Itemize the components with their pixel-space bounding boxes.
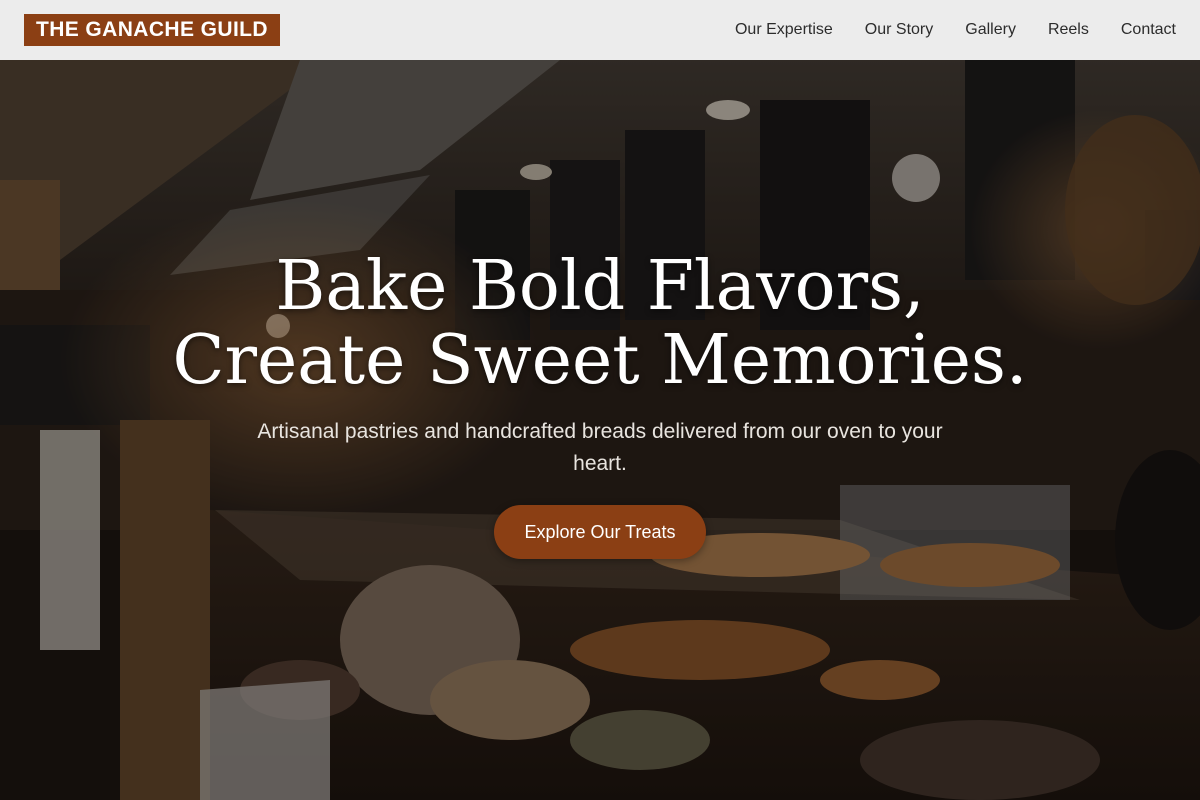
site-header: THE GANACHE GUILD Our Expertise Our Stor… (0, 0, 1200, 60)
hero-headline-line-2: Create Sweet Memories. (172, 321, 1028, 400)
brand-logo[interactable]: THE GANACHE GUILD (24, 14, 280, 46)
explore-treats-button[interactable]: Explore Our Treats (494, 505, 706, 559)
hero-copy: Bake Bold Flavors, Create Sweet Memories… (0, 60, 1200, 800)
hero-subheadline: Artisanal pastries and handcrafted bread… (257, 420, 943, 475)
nav-link-our-expertise[interactable]: Our Expertise (735, 21, 833, 39)
nav-link-gallery[interactable]: Gallery (965, 21, 1016, 39)
hero-section: Bake Bold Flavors, Create Sweet Memories… (0, 60, 1200, 800)
main-nav: Our Expertise Our Story Gallery Reels Co… (735, 21, 1176, 39)
nav-link-our-story[interactable]: Our Story (865, 21, 933, 39)
hero-headline-line-1: Bake Bold Flavors, (275, 247, 925, 326)
hero-headline: Bake Bold Flavors, Create Sweet Memories… (100, 250, 1100, 398)
nav-link-reels[interactable]: Reels (1048, 21, 1089, 39)
nav-link-contact[interactable]: Contact (1121, 21, 1176, 39)
